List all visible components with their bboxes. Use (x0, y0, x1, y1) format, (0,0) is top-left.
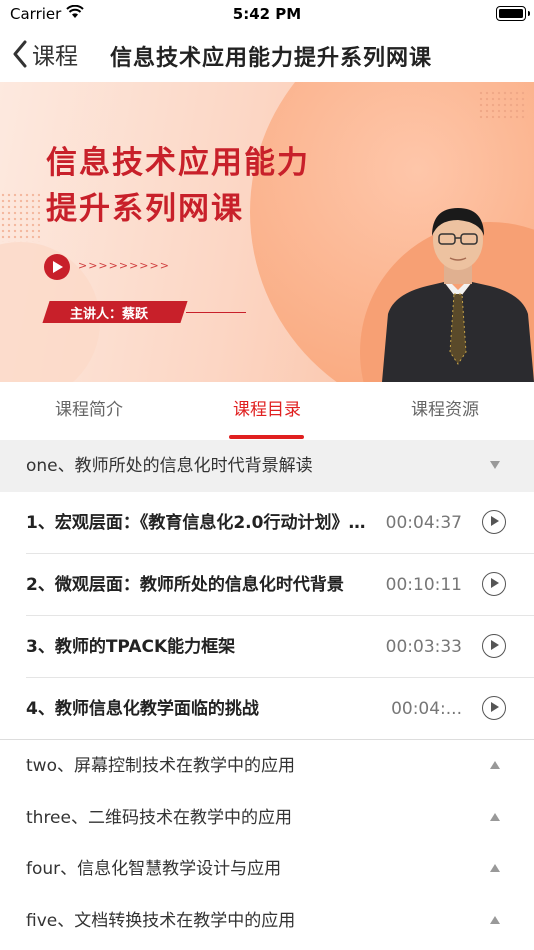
lesson-duration: 00:04:... (391, 699, 462, 719)
status-bar: Carrier 5:42 PM (0, 0, 534, 28)
expand-arrow-icon (490, 916, 500, 924)
section-header-two[interactable]: two、屏幕控制技术在教学中的应用 (0, 740, 534, 792)
navigation-bar: 课程 信息技术应用能力提升系列网课 (0, 28, 534, 82)
active-tab-indicator (229, 435, 304, 439)
chevron-left-icon (13, 40, 27, 68)
play-circle-icon[interactable] (482, 696, 506, 720)
lesson-row[interactable]: 3、教师的TPACK能力框架 00:03:33 (0, 616, 534, 678)
play-circle-icon[interactable] (482, 510, 506, 534)
lesson-title: 1、宏观层面：《教育信息化2.0行动计划》解读 (26, 513, 378, 533)
banner-arrows: >>>>>>>>> (78, 259, 170, 272)
battery-icon (496, 6, 530, 21)
back-label: 课程 (32, 44, 78, 70)
section-title: three、二维码技术在教学中的应用 (26, 808, 292, 828)
banner-title-line1: 信息技术应用能力 (46, 145, 310, 181)
section-header-three[interactable]: three、二维码技术在教学中的应用 (0, 792, 534, 844)
play-circle-icon[interactable] (482, 634, 506, 658)
section-title: two、屏幕控制技术在教学中的应用 (26, 756, 295, 776)
section-header-four[interactable]: four、信息化智慧教学设计与应用 (0, 843, 534, 895)
lesson-duration: 00:10:11 (385, 575, 462, 595)
play-circle-icon[interactable] (482, 572, 506, 596)
banner-play-icon (44, 254, 70, 280)
lecturer-photo (382, 208, 534, 382)
expand-arrow-icon (490, 864, 500, 872)
banner-dots (478, 90, 528, 120)
lesson-row[interactable]: 4、教师信息化教学面临的挑战 00:04:... (0, 678, 534, 740)
lecturer-line (186, 312, 246, 313)
expand-arrow-icon (490, 813, 500, 821)
banner-title: 信息技术应用能力 提升系列网课 (46, 140, 310, 232)
lesson-duration: 00:03:33 (385, 637, 462, 657)
course-tabs: 课程简介 课程目录 课程资源 (0, 382, 534, 440)
expand-arrow-icon (490, 761, 500, 769)
section-header-five[interactable]: five、文档转换技术在教学中的应用 (0, 895, 534, 947)
tab-course-resources[interactable]: 课程资源 (356, 382, 534, 440)
page-title: 信息技术应用能力提升系列网课 (110, 46, 433, 71)
lesson-row[interactable]: 1、宏观层面：《教育信息化2.0行动计划》解读 00:04:37 (0, 492, 534, 554)
banner-dots (0, 192, 40, 242)
collapse-arrow-icon (490, 461, 500, 469)
course-banner: 信息技术应用能力 提升系列网课 >>>>>>>>> 主讲人：蔡跃 (0, 82, 534, 382)
section-title: one、教师所处的信息化时代背景解读 (26, 456, 313, 476)
lesson-row[interactable]: 2、微观层面：教师所处的信息化时代背景 00:10:11 (0, 554, 534, 616)
lecturer-label: 主讲人：蔡跃 (70, 307, 149, 322)
section-title: five、文档转换技术在教学中的应用 (26, 911, 296, 931)
section-header-one[interactable]: one、教师所处的信息化时代背景解读 (0, 440, 534, 492)
lesson-title: 4、教师信息化教学面临的挑战 (26, 699, 259, 719)
back-button[interactable]: 课程 (12, 36, 78, 72)
tab-course-intro[interactable]: 课程简介 (0, 382, 178, 440)
banner-title-line2: 提升系列网课 (46, 191, 244, 227)
clock: 5:42 PM (232, 5, 302, 23)
lesson-duration: 00:04:37 (385, 513, 462, 533)
lesson-title: 3、教师的TPACK能力框架 (26, 637, 236, 657)
section-title: four、信息化智慧教学设计与应用 (26, 859, 282, 879)
lesson-title: 2、微观层面：教师所处的信息化时代背景 (26, 575, 344, 595)
tab-course-catalog[interactable]: 课程目录 (178, 382, 356, 440)
